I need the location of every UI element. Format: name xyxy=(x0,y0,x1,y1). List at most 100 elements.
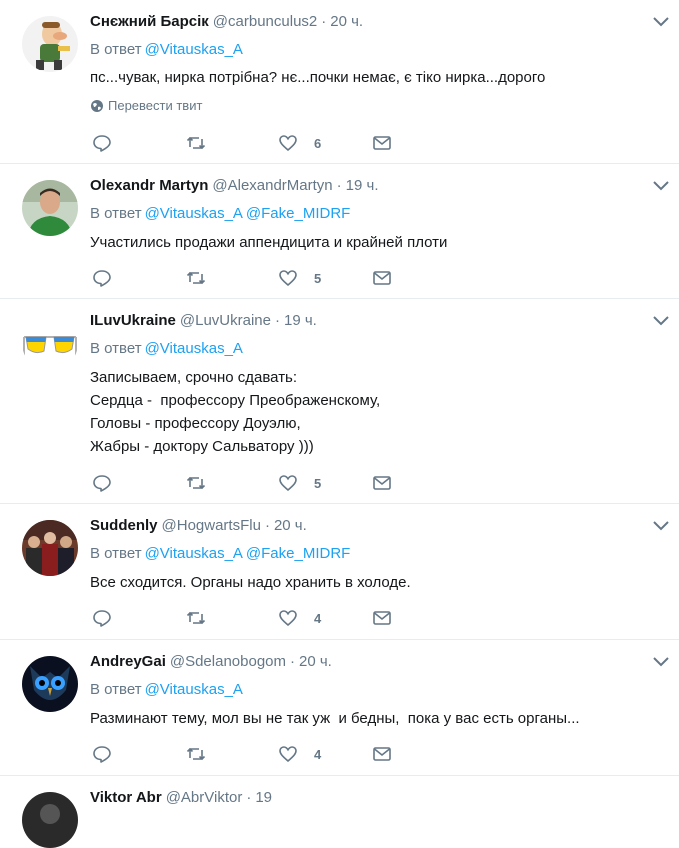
author-name[interactable]: Viktor Abr xyxy=(90,789,162,806)
partial-avatar-icon xyxy=(22,792,78,848)
message-button[interactable] xyxy=(372,744,392,764)
timestamp[interactable]: 19 ч. xyxy=(346,177,379,194)
mention-link[interactable]: @Vitauskas_A xyxy=(145,41,243,58)
avatar[interactable] xyxy=(22,656,78,712)
reply-prefix: В ответ xyxy=(90,681,142,698)
author-handle[interactable]: @AbrViktor xyxy=(166,789,243,806)
like-count: 4 xyxy=(314,610,322,626)
like-count: 4 xyxy=(314,746,322,762)
like-icon xyxy=(279,135,297,152)
like-count: 6 xyxy=(314,135,322,151)
timestamp[interactable]: 19 ч. xyxy=(284,312,317,329)
author-name[interactable]: AndreyGai xyxy=(90,653,166,670)
timestamp[interactable]: 19 xyxy=(255,789,272,806)
author-handle[interactable]: @Sdelanobogom xyxy=(170,653,286,670)
timestamp[interactable]: 20 ч. xyxy=(299,653,332,670)
author-handle[interactable]: @carbunculus2 xyxy=(213,13,317,30)
avatar[interactable] xyxy=(22,315,78,371)
author-handle[interactable]: @AlexandrMartyn xyxy=(212,177,332,194)
tweet-actions: 4 xyxy=(92,744,412,764)
like-button[interactable]: 4 xyxy=(278,608,321,628)
author-handle[interactable]: @LuvUkraine xyxy=(180,312,271,329)
tweet-text: пс...чувак, нирка потрібна? нє...почки н… xyxy=(90,69,546,86)
reply-icon xyxy=(93,270,111,287)
like-icon xyxy=(279,475,297,492)
retweet-icon xyxy=(186,476,206,490)
tweet-header: AndreyGai @Sdelanobogom · 20 ч. xyxy=(90,652,332,672)
message-button[interactable] xyxy=(372,268,392,288)
tweet-header: Olexandr Martyn @AlexandrMartyn · 19 ч. xyxy=(90,176,379,196)
man-photo-avatar-icon xyxy=(22,180,78,236)
tweet-actions: 4 xyxy=(92,608,412,628)
globe-icon xyxy=(91,99,103,112)
message-icon xyxy=(373,136,391,150)
message-button[interactable] xyxy=(372,608,392,628)
author-name[interactable]: Olexandr Martyn xyxy=(90,177,208,194)
tweet-actions: 6 xyxy=(92,133,412,153)
translate-link[interactable]: Перевести твит xyxy=(90,98,202,113)
separator-dot: · xyxy=(290,653,295,670)
avatar[interactable] xyxy=(22,16,78,72)
reply-prefix: В ответ xyxy=(90,205,142,222)
tweet[interactable]: Olexandr Martyn @AlexandrMartyn · 19 ч. В о… xyxy=(0,164,679,299)
tweet-text: Участились продажи аппендицита и крайней… xyxy=(90,234,448,251)
tweet[interactable]: Снєжний Барсік @carbunculus2 · 20 ч. В отве… xyxy=(0,0,679,164)
reply-button[interactable] xyxy=(92,744,112,764)
like-button[interactable]: 5 xyxy=(278,268,321,288)
like-button[interactable]: 5 xyxy=(278,473,321,493)
mention-link[interactable]: @Vitauskas_A xyxy=(145,205,243,222)
tweet[interactable]: Viktor Abr @AbrViktor · 19 xyxy=(0,776,679,848)
separator-dot: · xyxy=(274,312,280,329)
reply-button[interactable] xyxy=(92,473,112,493)
reply-context: В ответ @Vitauskas_A xyxy=(90,40,243,60)
author-handle[interactable]: @HogwartsFlu xyxy=(162,517,261,534)
tweet[interactable]: Suddenly @HogwartsFlu · 20 ч. В ответ @Vitau… xyxy=(0,504,679,640)
tweet[interactable]: ILuvUkraine @LuvUkraine · 19 ч. В ответ @Vit… xyxy=(0,299,679,504)
reply-context: В ответ @Vitauskas_A @Fake_MIDRF xyxy=(90,204,350,224)
reply-prefix: В ответ xyxy=(90,41,142,58)
retweet-icon xyxy=(186,747,206,761)
mention-link[interactable]: @Fake_MIDRF xyxy=(246,545,350,562)
reply-button[interactable] xyxy=(92,268,112,288)
mention-link[interactable]: @Vitauskas_A xyxy=(145,681,243,698)
chevron-down-icon[interactable] xyxy=(651,178,671,194)
reply-icon xyxy=(93,475,111,492)
retweet-icon xyxy=(186,136,206,150)
chevron-down-icon[interactable] xyxy=(651,313,671,329)
tweet-header: Снєжний Барсік @carbunculus2 · 20 ч. xyxy=(90,12,363,32)
author-name[interactable]: ILuvUkraine xyxy=(90,312,176,329)
separator-dot: · xyxy=(336,177,342,194)
sunglasses-avatar-icon xyxy=(22,315,78,371)
message-icon xyxy=(373,747,391,761)
retweet-button[interactable] xyxy=(186,133,206,153)
author-name[interactable]: Suddenly xyxy=(90,517,158,534)
avatar[interactable] xyxy=(22,792,78,848)
tweet[interactable]: AndreyGai @Sdelanobogom · 20 ч. В ответ @Vit… xyxy=(0,640,679,776)
avatar[interactable] xyxy=(22,520,78,576)
retweet-button[interactable] xyxy=(186,608,206,628)
chevron-down-icon[interactable] xyxy=(651,654,671,670)
separator-dot: · xyxy=(246,789,252,806)
author-name[interactable]: Снєжний Барсік xyxy=(90,13,209,30)
chevron-down-icon[interactable] xyxy=(651,14,671,30)
like-button[interactable]: 6 xyxy=(278,133,321,153)
mention-link[interactable]: @Fake_MIDRF xyxy=(246,205,350,222)
like-button[interactable]: 4 xyxy=(278,744,321,764)
mention-link[interactable]: @Vitauskas_A xyxy=(145,545,243,562)
cartoon-character-avatar-icon xyxy=(22,16,78,72)
timestamp[interactable]: 20 ч. xyxy=(274,517,307,534)
mention-link[interactable]: @Vitauskas_A xyxy=(145,340,243,357)
message-button[interactable] xyxy=(372,133,392,153)
message-icon xyxy=(373,271,391,285)
chevron-down-icon[interactable] xyxy=(651,518,671,534)
retweet-button[interactable] xyxy=(186,473,206,493)
avatar[interactable] xyxy=(22,180,78,236)
reply-button[interactable] xyxy=(92,608,112,628)
reply-prefix: В ответ xyxy=(90,545,142,562)
reply-button[interactable] xyxy=(92,133,112,153)
retweet-button[interactable] xyxy=(186,744,206,764)
timestamp[interactable]: 20 ч. xyxy=(330,13,363,30)
reply-prefix: В ответ xyxy=(90,340,142,357)
message-button[interactable] xyxy=(372,473,392,493)
retweet-button[interactable] xyxy=(186,268,206,288)
